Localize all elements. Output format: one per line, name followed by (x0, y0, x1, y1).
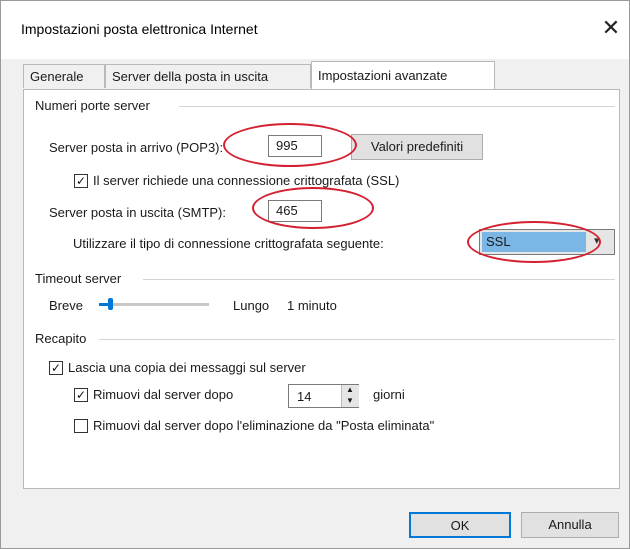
encryption-type-value: SSL (482, 232, 586, 252)
delivery-section-label: Recapito (35, 331, 87, 346)
defaults-button[interactable]: Valori predefiniti (351, 134, 483, 160)
days-label: giorni (373, 387, 405, 402)
timeout-short-label: Breve (49, 298, 83, 313)
tab-impostazioni-avanzate[interactable]: Impostazioni avanzate (311, 61, 495, 90)
ok-button[interactable]: OK (409, 512, 511, 538)
spin-buttons: ▲ ▼ (341, 385, 359, 407)
ssl-required-label: Il server richiede una connessione critt… (93, 173, 400, 188)
tab-label: Server della posta in uscita (112, 69, 269, 84)
timeout-section-label: Timeout server (35, 271, 122, 286)
remove-after-checkbox[interactable]: ✓ (74, 388, 88, 402)
dialog-title: Impostazioni posta elettronica Internet (21, 21, 258, 37)
timeout-divider (143, 279, 615, 280)
ports-section-label: Numeri porte server (35, 98, 150, 113)
chevron-down-icon: ▾ (594, 235, 600, 247)
remove-after-days-stepper[interactable]: 14 ▲ ▼ (288, 384, 359, 408)
tab-server-posta-uscita[interactable]: Server della posta in uscita (105, 64, 311, 88)
timeout-value: 1 minuto (287, 298, 337, 313)
timeout-long-label: Lungo (233, 298, 270, 313)
tab-label: Generale (30, 69, 84, 84)
remove-after-days-input[interactable]: 14 (297, 389, 311, 404)
email-settings-dialog: Impostazioni posta elettronica Internet … (0, 0, 630, 549)
tab-generale[interactable]: Generale (23, 64, 105, 88)
keep-copy-checkbox[interactable]: ✓ (49, 361, 63, 375)
spin-down-icon[interactable]: ▼ (346, 396, 354, 405)
cancel-button[interactable]: Annulla (521, 512, 619, 538)
spin-up-icon[interactable]: ▲ (346, 385, 354, 394)
incoming-port-input[interactable]: 995 (268, 135, 322, 157)
check-icon: ✓ (75, 388, 87, 402)
encryption-type-select[interactable]: SSL ▾ (479, 229, 615, 255)
outgoing-port-input[interactable]: 465 (268, 200, 322, 222)
ssl-required-checkbox[interactable]: ✓ (74, 174, 88, 188)
delivery-divider (99, 339, 615, 340)
check-icon: ✓ (75, 174, 87, 188)
keep-copy-label: Lascia una copia dei messaggi sul server (68, 360, 306, 375)
remove-after-label: Rimuovi dal server dopo (93, 387, 234, 402)
encryption-type-label: Utilizzare il tipo di connessione critto… (73, 236, 384, 251)
ports-divider (179, 106, 615, 107)
remove-deleted-checkbox[interactable] (74, 419, 88, 433)
incoming-port-label: Server posta in arrivo (POP3): (49, 140, 224, 155)
timeout-slider-thumb[interactable] (108, 298, 113, 310)
close-icon[interactable]: ✕ (598, 15, 624, 41)
remove-deleted-label: Rimuovi dal server dopo l'eliminazione d… (93, 418, 435, 433)
check-icon: ✓ (50, 361, 62, 375)
timeout-slider[interactable] (99, 298, 209, 310)
outgoing-port-label: Server posta in uscita (SMTP): (49, 205, 226, 220)
tab-label: Impostazioni avanzate (318, 68, 448, 83)
title-bar: Impostazioni posta elettronica Internet … (1, 1, 629, 59)
